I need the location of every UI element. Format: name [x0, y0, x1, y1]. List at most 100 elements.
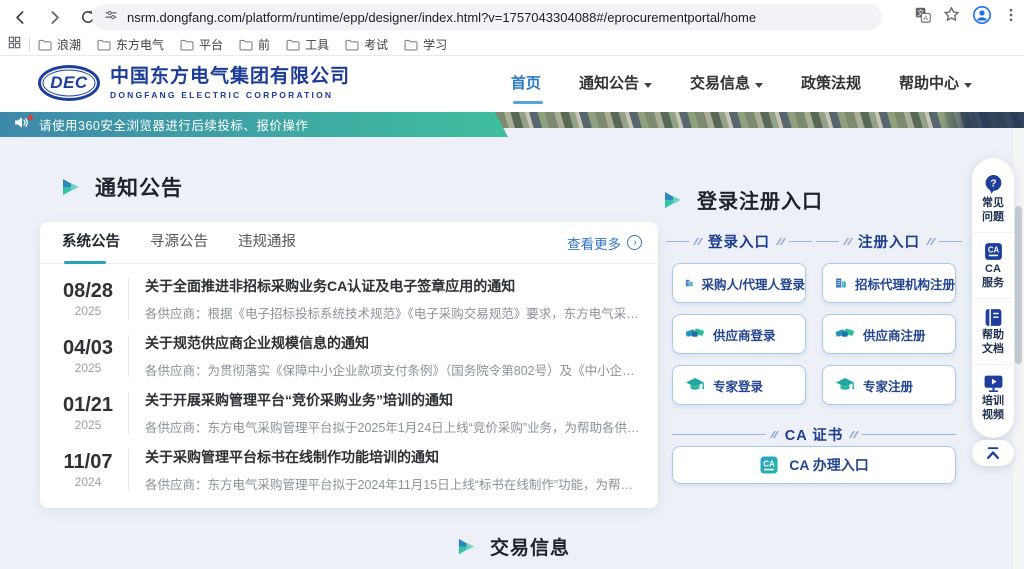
expert-register-button[interactable]: 专家注册: [822, 365, 956, 405]
browser-notice-banner: 请使用360安全浏览器进行后续投标、报价操作: [0, 112, 508, 137]
notices-tab-row: 系统公告 寻源公告 违规通报 查看更多 ›: [40, 222, 658, 264]
bookmarks-bar: 浪潮 东方电气 平台 前 工具 考试: [0, 34, 1024, 55]
ca-badge-icon: CA: [759, 455, 779, 475]
collapse-up-icon: [984, 445, 1002, 461]
notice-date: 08/28 2025: [60, 280, 116, 318]
login-section-header: 登录注册入口: [662, 185, 823, 214]
notice-title[interactable]: 关于采购管理平台标书在线制作功能培训的通知: [145, 447, 642, 467]
dec-logo-icon: DEC: [38, 65, 100, 101]
notice-date: 11/07 2024: [60, 451, 116, 489]
ca-cert-header: CA 证书: [672, 424, 956, 445]
graduation-cap-icon: [835, 377, 855, 394]
bookmark-folder-gongju[interactable]: 工具: [286, 36, 329, 53]
site-header: DEC 中国东方电气集团有限公司 DONGFANG ELECTRIC CORPO…: [0, 56, 1024, 112]
bookmark-folder-langchao[interactable]: 浪潮: [38, 36, 81, 53]
trade-section-title: 交易信息: [490, 533, 570, 560]
app-root: nsrm.dongfang.com/platform/runtime/epp/d…: [0, 0, 1024, 569]
ca-card-icon: CA: [983, 241, 1004, 262]
profile-avatar-icon[interactable]: [972, 5, 992, 30]
sidebar-item-ca-service[interactable]: CA CA 服务: [972, 232, 1014, 298]
section-arrow-icon: [60, 177, 82, 197]
tab-system-notices[interactable]: 系统公告: [62, 222, 120, 264]
list-item[interactable]: 01/21 2025 关于开展采购管理平台“竞价采购业务”培训的通知 各供应商：…: [40, 384, 658, 441]
list-item[interactable]: 11/07 2024 关于采购管理平台标书在线制作功能培训的通知 各供应商：东方…: [40, 441, 658, 498]
chevron-down-icon: [755, 83, 763, 88]
notice-desc: 各供应商：东方电气采购管理平台拟于2025年1月24日上线“竞价采购”业务，为帮…: [145, 417, 642, 436]
collapse-sidebar-button[interactable]: [972, 440, 1014, 466]
notices-section-title: 通知公告: [95, 172, 183, 202]
nav-item-help-center[interactable]: 帮助中心: [899, 56, 972, 112]
scrollbar-track[interactable]: [1013, 56, 1024, 569]
chevron-down-icon: [644, 83, 652, 88]
notice-desc: 各供应商：根据《电子招标投标系统技术规范》《电子采购交易规范》要求，东方电气采购…: [145, 303, 642, 322]
tab-sourcing-notices[interactable]: 寻源公告: [150, 222, 208, 264]
toolbar-actions: 文A: [915, 3, 1018, 31]
notification-dot: [28, 115, 33, 120]
bookmark-folder-qian[interactable]: 前: [239, 36, 270, 53]
expert-login-button[interactable]: 专家登录: [672, 365, 806, 405]
section-arrow-icon: [456, 537, 477, 556]
supplier-register-button[interactable]: 供应商注册: [822, 314, 956, 354]
bidding-agency-register-button[interactable]: 招标代理机构注册: [822, 263, 956, 303]
handshake-icon: [835, 326, 855, 342]
view-more-link[interactable]: 查看更多 ›: [567, 233, 642, 253]
floating-sidebar: ? 常见 问题 CA CA 服务 帮助 文档 培训 视频: [972, 158, 1014, 438]
list-item[interactable]: 04/03 2025 关于规范供应商企业规模信息的通知 各供应商：为贯彻落实《保…: [40, 327, 658, 384]
browser-toolbar: nsrm.dongfang.com/platform/runtime/epp/d…: [0, 0, 1024, 34]
sidebar-item-training-video[interactable]: 培训 视频: [972, 364, 1014, 430]
chevron-down-icon: [964, 83, 972, 88]
sidebar-item-help-doc[interactable]: 帮助 文档: [972, 298, 1014, 364]
nav-item-trade-info[interactable]: 交易信息: [690, 56, 763, 112]
bookmark-folder-pingtai[interactable]: 平台: [180, 36, 223, 53]
nav-item-notices[interactable]: 通知公告: [579, 56, 652, 112]
trade-section-header: 交易信息: [456, 533, 570, 560]
login-entry-header: 登录入口: [666, 231, 812, 252]
site-settings-icon[interactable]: [104, 8, 118, 27]
notice-desc: 各供应商：为贯彻落实《保障中小企业款项支付条例》（国务院令第802号）及《中小企…: [145, 360, 642, 379]
translate-icon[interactable]: 文A: [915, 7, 931, 28]
apps-grid-icon[interactable]: [8, 36, 21, 54]
svg-text:A: A: [924, 15, 929, 22]
browser-chrome: nsrm.dongfang.com/platform/runtime/epp/d…: [0, 0, 1024, 56]
notices-card: 系统公告 寻源公告 违规通报 查看更多 › 08/28 2025 关于全面推进非…: [40, 222, 658, 508]
back-icon[interactable]: [6, 3, 34, 31]
question-bubble-icon: ?: [983, 174, 1004, 196]
forward-icon[interactable]: [40, 3, 68, 31]
bookmark-folder-dongfang[interactable]: 东方电气: [97, 36, 164, 53]
nav-item-policies[interactable]: 政策法规: [801, 56, 861, 112]
help-doc-icon: [983, 307, 1004, 328]
nav-item-home[interactable]: 首页: [511, 56, 541, 112]
company-name-cn: 中国东方电气集团有限公司: [110, 66, 350, 88]
company-logo[interactable]: DEC 中国东方电气集团有限公司 DONGFANG ELECTRIC CORPO…: [38, 65, 350, 101]
entry-button-grid: 采购人/代理人登录 招标代理机构注册 供应商登录 供应商注册 专家登录 专家注册: [672, 263, 956, 405]
bookmark-folder-xuexi[interactable]: 学习: [404, 36, 447, 53]
svg-text:?: ?: [990, 179, 996, 190]
notice-title[interactable]: 关于全面推进非招标采购业务CA认证及电子签章应用的通知: [145, 276, 642, 296]
login-section-title: 登录注册入口: [697, 185, 823, 214]
bookmark-folder-kaoshi[interactable]: 考试: [345, 36, 388, 53]
divider: [128, 278, 129, 320]
bookmarks-divider: [29, 38, 30, 52]
url-text[interactable]: nsrm.dongfang.com/platform/runtime/epp/d…: [127, 10, 756, 25]
graduation-cap-icon: [685, 377, 705, 394]
marquee-text: 请使用360安全浏览器进行后续投标、报价操作: [39, 115, 308, 134]
address-bar[interactable]: nsrm.dongfang.com/platform/runtime/epp/d…: [92, 4, 882, 30]
notice-title[interactable]: 关于规范供应商企业规模信息的通知: [145, 333, 642, 353]
tab-violation-reports[interactable]: 违规通报: [238, 222, 296, 264]
svg-text:CA: CA: [763, 460, 775, 469]
training-video-icon: [983, 373, 1004, 394]
menu-kebab-icon[interactable]: [1004, 7, 1018, 28]
sidebar-item-faq[interactable]: ? 常见 问题: [972, 170, 1014, 232]
section-arrow-icon: [662, 190, 684, 210]
notice-title[interactable]: 关于开展采购管理平台“竞价采购业务”培训的通知: [145, 390, 642, 410]
notice-date: 01/21 2025: [60, 394, 116, 432]
scrollbar-thumb[interactable]: [1015, 206, 1022, 364]
ca-apply-button[interactable]: CA CA 办理入口: [672, 446, 956, 484]
purchaser-login-button[interactable]: 采购人/代理人登录: [672, 263, 806, 303]
bookmark-star-icon[interactable]: [943, 6, 960, 28]
list-item[interactable]: 08/28 2025 关于全面推进非招标采购业务CA认证及电子签章应用的通知 各…: [40, 270, 658, 327]
main-nav: 首页 通知公告 交易信息 政策法规 帮助中心: [511, 56, 972, 112]
company-name-en: DONGFANG ELECTRIC CORPORATION: [110, 90, 350, 100]
supplier-login-button[interactable]: 供应商登录: [672, 314, 806, 354]
divider: [128, 335, 129, 377]
